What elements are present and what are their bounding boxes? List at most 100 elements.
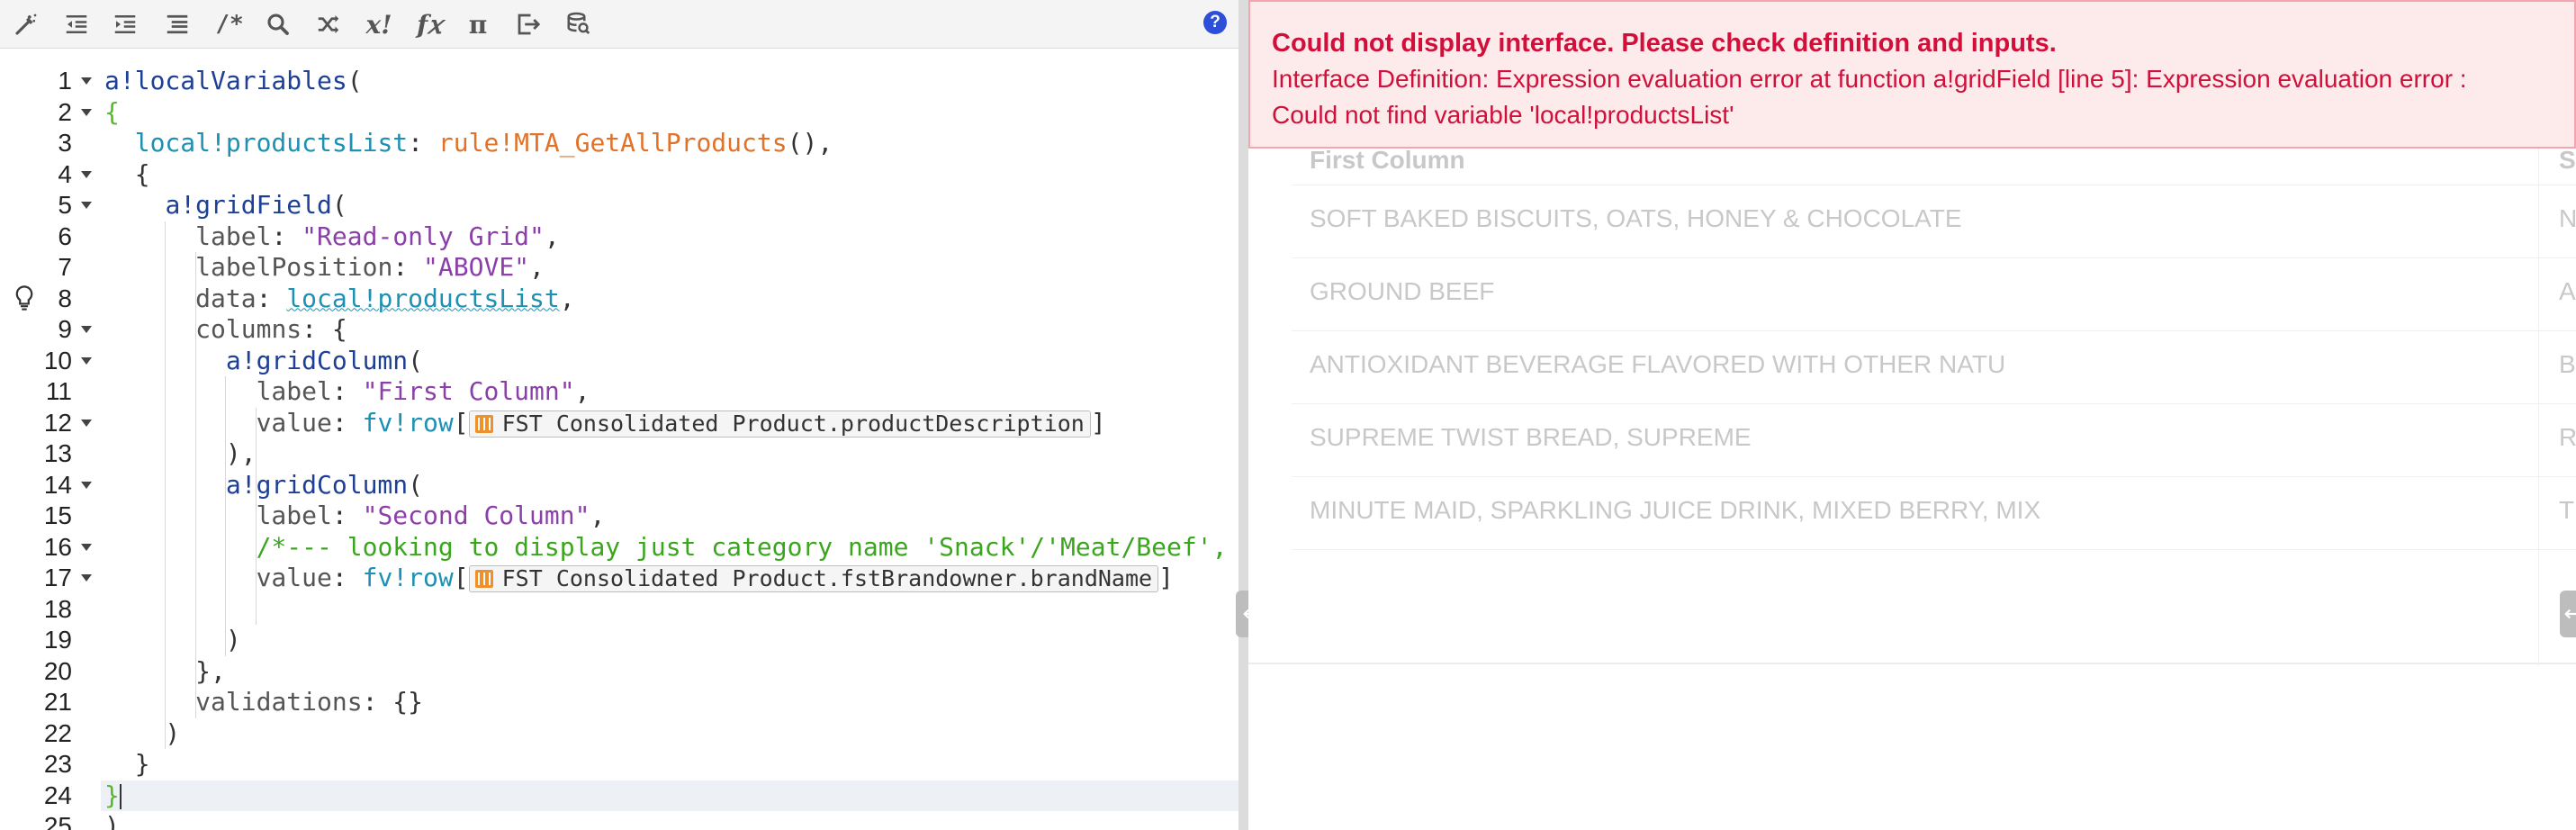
- fold-toggle-icon[interactable]: [79, 190, 94, 221]
- code-token: :: [256, 283, 287, 313]
- outdent-icon[interactable]: [58, 5, 95, 43]
- code-token: "Second Column": [362, 501, 590, 530]
- pi-icon[interactable]: π: [459, 5, 497, 43]
- function-icon[interactable]: f𝑥: [410, 5, 448, 43]
- editor-toolbar: /* x! f𝑥 π ?: [0, 0, 1238, 49]
- code-line[interactable]: }: [101, 780, 1238, 811]
- grid-cell: MINUTE MAID, SPARKLING JUICE DRINK, MIXE…: [1310, 496, 2041, 524]
- fold-toggle-icon[interactable]: [79, 532, 94, 563]
- line-number: 10: [43, 346, 72, 374]
- fold-toggle-icon[interactable]: [79, 563, 94, 593]
- code-line[interactable]: ): [101, 625, 1238, 655]
- format-wand-icon[interactable]: [7, 5, 45, 43]
- grid-cell: B: [2559, 350, 2576, 378]
- grid-column-header[interactable]: S: [2559, 146, 2576, 175]
- fold-toggle-icon[interactable]: [79, 346, 94, 376]
- code-token: fv!row: [362, 563, 454, 592]
- record-field-path: FST Consolidated Product.productDescript…: [501, 410, 1085, 437]
- code-token: ]: [1158, 563, 1174, 592]
- eval-icon[interactable]: x!: [360, 5, 398, 43]
- code-line[interactable]: ): [101, 718, 1238, 749]
- collapse-right-icon[interactable]: [2560, 591, 2576, 637]
- search-icon[interactable]: [259, 5, 297, 43]
- code-token: ),: [104, 438, 257, 468]
- code-line[interactable]: a!localVariables(: [101, 66, 1238, 96]
- code-token: (: [408, 345, 424, 375]
- grid-cell: ANTIOXIDANT BEVERAGE FLAVORED WITH OTHER…: [1310, 350, 2006, 378]
- code-line[interactable]: {: [101, 97, 1238, 128]
- code-line[interactable]: label: "Read-only Grid",: [101, 221, 1238, 252]
- code-area[interactable]: a!localVariables({ local!productsList: r…: [101, 49, 1238, 830]
- code-token: value: [256, 563, 332, 592]
- line-number: 21: [43, 688, 72, 716]
- error-banner: Could not display interface. Please chec…: [1248, 0, 2576, 149]
- code-line[interactable]: data: local!productsList,: [101, 284, 1238, 314]
- fold-toggle-icon[interactable]: [79, 66, 94, 96]
- code-line[interactable]: label: "First Column",: [101, 376, 1238, 407]
- fold-toggle-icon[interactable]: [79, 314, 94, 345]
- export-icon[interactable]: [509, 5, 547, 43]
- code-token: value: [256, 407, 332, 438]
- fold-toggle-icon[interactable]: [79, 470, 94, 501]
- lightbulb-hint-icon[interactable]: [13, 284, 36, 314]
- fold-toggle-icon[interactable]: [79, 408, 94, 438]
- table-row[interactable]: SOFT BAKED BISCUITS, OATS, HONEY & CHOCO…: [1292, 185, 2576, 258]
- grid-column-header[interactable]: First Column: [1310, 146, 1465, 175]
- grid-cell: SUPREME TWIST BREAD, SUPREME: [1310, 423, 1752, 451]
- line-number: 12: [43, 408, 72, 437]
- table-row[interactable]: GROUND BEEF A: [1292, 258, 2576, 331]
- table-row[interactable]: MINUTE MAID, SPARKLING JUICE DRINK, MIXE…: [1292, 477, 2576, 550]
- record-field-token[interactable]: FST Consolidated Product.fstBrandowner.b…: [468, 565, 1159, 592]
- grid-bottom-border: [1248, 663, 2576, 664]
- code-line[interactable]: validations: {}: [101, 687, 1238, 717]
- indent-guide: [256, 407, 257, 625]
- code-line[interactable]: value: fv!row[FST Consolidated Product.p…: [101, 408, 1238, 438]
- reindent-icon[interactable]: [158, 5, 196, 43]
- line-number: 11: [45, 377, 72, 405]
- code-token: ,: [529, 252, 545, 282]
- code-token: ,: [590, 501, 606, 530]
- code-line[interactable]: [101, 594, 1238, 625]
- code-line[interactable]: labelPosition: "ABOVE",: [101, 252, 1238, 283]
- fold-toggle-icon[interactable]: [79, 97, 94, 128]
- code-token: : {: [302, 314, 347, 344]
- code-token: :: [331, 501, 363, 530]
- code-line[interactable]: /*--- looking to display just category n…: [101, 532, 1238, 563]
- code-line[interactable]: local!productsList: rule!MTA_GetAllProdu…: [101, 128, 1238, 158]
- code-line[interactable]: a!gridField(: [101, 190, 1238, 221]
- line-number: 3: [58, 129, 72, 157]
- code-line[interactable]: ),: [101, 438, 1238, 469]
- comment-toggle-icon[interactable]: /*: [211, 5, 248, 43]
- indent-icon[interactable]: [106, 5, 144, 43]
- shuffle-icon[interactable]: [310, 5, 347, 43]
- code-line[interactable]: a!gridColumn(: [101, 346, 1238, 376]
- code-line[interactable]: columns: {: [101, 314, 1238, 345]
- line-number: 25: [43, 812, 72, 830]
- fold-toggle-icon[interactable]: [79, 159, 94, 190]
- code-token: local!productsList: [286, 283, 560, 313]
- code-line[interactable]: {: [101, 159, 1238, 190]
- help-icon[interactable]: ?: [1203, 11, 1227, 34]
- line-number: 14: [43, 470, 72, 499]
- code-token: }: [104, 780, 120, 810]
- code-line[interactable]: label: "Second Column",: [101, 501, 1238, 531]
- code-token: label: [195, 221, 272, 251]
- code-line[interactable]: ): [101, 811, 1238, 830]
- code-line[interactable]: }: [101, 749, 1238, 780]
- line-number: 20: [43, 656, 72, 685]
- table-row[interactable]: ANTIOXIDANT BEVERAGE FLAVORED WITH OTHER…: [1292, 331, 2576, 404]
- code-line[interactable]: },: [101, 656, 1238, 687]
- code-token: a!gridField: [165, 190, 332, 220]
- code-token: :: [331, 563, 363, 592]
- line-number-gutter: 1 2 3 4 5 6 7 8 9 10 11 12 13 14 15 16 17 18 19 20 21 22 23 24 2…: [0, 49, 101, 830]
- line-number: 8: [58, 284, 72, 312]
- record-field-token[interactable]: FST Consolidated Product.productDescript…: [468, 410, 1091, 438]
- code-line[interactable]: a!gridColumn(: [101, 470, 1238, 501]
- query-database-icon[interactable]: [560, 5, 598, 43]
- pane-splitter[interactable]: [1236, 0, 1263, 830]
- table-row[interactable]: SUPREME TWIST BREAD, SUPREME R: [1292, 404, 2576, 477]
- code-line[interactable]: value: fv!row[FST Consolidated Product.f…: [101, 563, 1238, 593]
